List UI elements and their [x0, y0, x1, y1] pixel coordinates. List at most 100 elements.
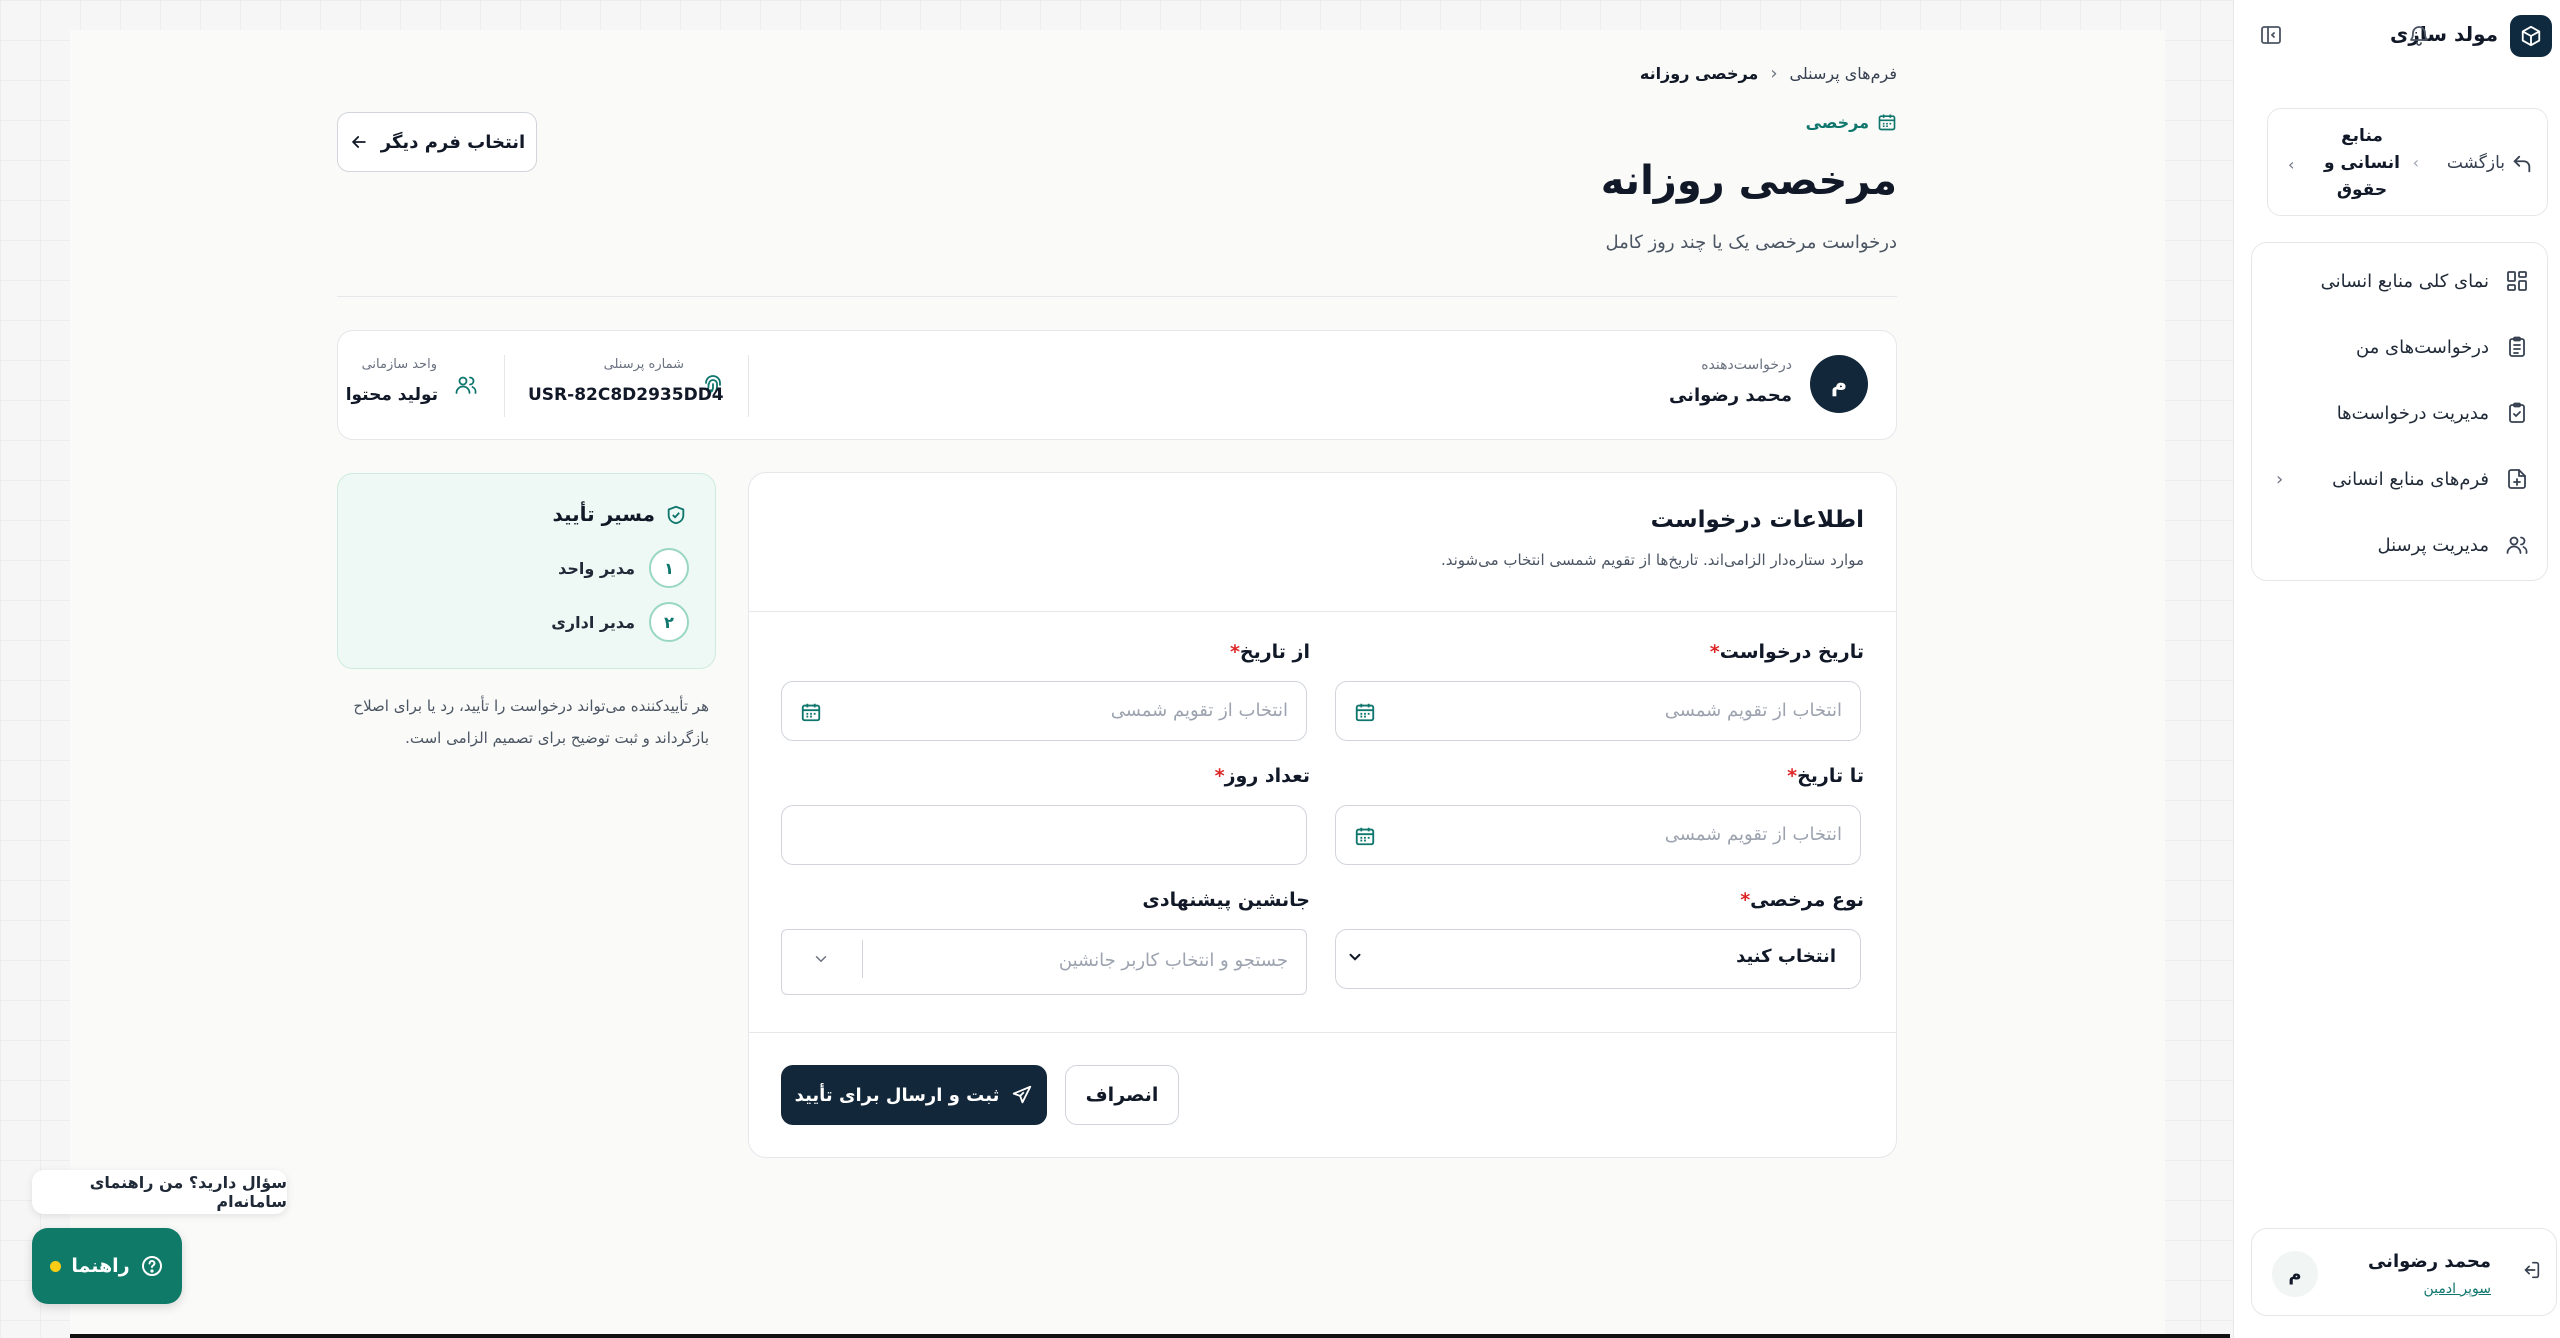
file-plus-icon [2503, 465, 2531, 493]
unit-value: تولید محتوا [345, 385, 438, 405]
info-separator [504, 355, 505, 417]
approval-step: ۱ مدیر واحد [558, 548, 689, 588]
logout-icon[interactable] [2520, 1259, 2542, 1281]
leave-type-label: نوع مرخصی* [1740, 889, 1864, 911]
form-description: موارد ستاره‌دار الزامی‌اند. تاریخ‌ها از … [1440, 551, 1864, 569]
sidebar-item-label: فرم‌های منابع انسانی [2332, 468, 2489, 490]
sidebar-item-hr-overview[interactable]: نمای کلی منابع انسانی [2252, 261, 2547, 301]
from-date-placeholder: انتخاب از تقویم شمسی [1110, 700, 1288, 721]
sidebar-item-manage-requests[interactable]: مدیریت درخواست‌ها [2252, 393, 2547, 433]
to-date-label: تا تاریخ* [1787, 765, 1864, 787]
help-button-label: راهنما [71, 1255, 130, 1277]
unit-label: واحد سازمانی [361, 357, 437, 372]
section-title: منابع انسانی و حقوق [2324, 126, 2400, 200]
page-subtitle: درخواست مرخصی یک یا چند روز کامل [1605, 232, 1897, 253]
approval-step-name: مدیر واحد [558, 558, 635, 578]
calendar-icon[interactable] [800, 701, 822, 723]
approval-path-title: مسیر تأیید [552, 502, 655, 526]
approval-note: هر تأییدکننده می‌تواند درخواست را تأیید،… [353, 697, 709, 747]
requester-name: محمد رضوانی [1668, 385, 1792, 406]
submit-label: ثبت و ارسال برای تأیید [794, 1084, 1000, 1106]
combobox-separator [862, 940, 863, 978]
form-title: اطلاعات درخواست [1650, 507, 1864, 533]
breadcrumb: فرم‌های پرسنلی ‹ مرخصی روزانه [1640, 63, 1897, 84]
sidebar-nav: نمای کلی منابع انسانی درخواست‌های من مدی… [2251, 242, 2548, 581]
dashboard-grid-icon [2503, 267, 2531, 295]
approval-step-name: مدیر اداری [551, 612, 635, 632]
user-profile-card: م محمد رضوانی سوپر ادمین [2251, 1228, 2557, 1316]
undo-arrow-icon [2511, 153, 2533, 175]
leave-type-select[interactable]: انتخاب کنید [1335, 929, 1861, 989]
users-icon [2503, 531, 2531, 559]
calendar-icon [1877, 112, 1897, 132]
sidebar-item-my-requests[interactable]: درخواست‌های من [2252, 327, 2547, 367]
user-name: محمد رضوانی [2367, 1251, 2491, 1272]
requester-card: م درخواست‌دهنده محمد رضوانی شماره پرسنلی… [337, 330, 1897, 440]
chevron-left-icon: ‹ [2412, 153, 2419, 172]
select-other-form-button[interactable]: انتخاب فرم دیگر [337, 112, 537, 172]
category-label: مرخصی [1805, 112, 1869, 132]
online-status-dot [50, 1260, 62, 1272]
breadcrumb-current: مرخصی روزانه [1639, 64, 1759, 83]
shield-check-icon [665, 504, 687, 526]
requester-avatar: م [1810, 355, 1868, 413]
users-icon [454, 373, 478, 397]
personnel-number-value: USR-82C8D2935DD4 [528, 385, 724, 405]
request-form-card: اطلاعات درخواست موارد ستاره‌دار الزامی‌ا… [748, 472, 1897, 1158]
request-date-label: تاریخ درخواست* [1709, 641, 1864, 663]
help-assistant-button[interactable]: راهنما [32, 1228, 182, 1304]
brand-logo-icon[interactable] [2510, 15, 2552, 57]
substitute-combobox[interactable]: جستجو و انتخاب کاربر جانشین [781, 929, 1307, 995]
to-date-input[interactable]: انتخاب از تقویم شمسی [1335, 805, 1861, 865]
from-date-label: از تاریخ* [1229, 641, 1310, 663]
approval-path-card: مسیر تأیید ۱ مدیر واحد ۲ مدیر اداری [337, 473, 716, 669]
info-separator [748, 355, 749, 417]
breadcrumb-separator-icon: ‹ [1770, 63, 1778, 84]
personnel-number-label: شماره پرسنلی [603, 357, 684, 372]
sidebar-item-label: نمای کلی منابع انسانی [2320, 270, 2489, 292]
request-date-placeholder: انتخاب از تقویم شمسی [1664, 700, 1842, 721]
question-circle-icon [140, 1254, 164, 1278]
sidebar-item-hr-forms[interactable]: فرم‌های منابع انسانی ‹ [2252, 459, 2547, 499]
calendar-icon[interactable] [1354, 701, 1376, 723]
sidebar-item-label: مدیریت درخواست‌ها [2336, 402, 2489, 424]
collapse-sidebar-icon[interactable] [2256, 20, 2286, 50]
sidebar-item-label: مدیریت پرسنل [2377, 534, 2489, 556]
calendar-icon[interactable] [1354, 825, 1376, 847]
avatar: م [2272, 1251, 2318, 1297]
page-title: مرخصی روزانه [1600, 158, 1897, 204]
paper-plane-icon [1011, 1084, 1033, 1106]
sidebar-item-label: درخواست‌های من [2355, 336, 2489, 358]
form-divider [749, 611, 1896, 612]
clipboard-check-icon [2503, 399, 2531, 427]
select-other-form-label: انتخاب فرم دیگر [380, 131, 526, 153]
header-divider [337, 296, 1897, 297]
help-tooltip: سؤال دارید؟ من راهنمای سامانه‌ام [32, 1170, 287, 1214]
sidebar-item-personnel[interactable]: مدیریت پرسنل [2252, 525, 2547, 565]
leave-type-selected: انتخاب کنید [1736, 946, 1836, 967]
back-to-section-card[interactable]: بازگشت ‹ منابع انسانی و حقوق ‹ [2267, 108, 2548, 216]
substitute-placeholder: جستجو و انتخاب کاربر جانشین [1058, 950, 1288, 971]
substitute-label: جانشین پیشنهادی [1142, 889, 1310, 911]
arrow-left-icon [349, 132, 369, 152]
from-date-input[interactable]: انتخاب از تقویم شمسی [781, 681, 1307, 741]
days-count-input[interactable] [781, 805, 1307, 865]
requester-label: درخواست‌دهنده [1701, 357, 1792, 373]
breadcrumb-parent-link[interactable]: فرم‌های پرسنلی [1790, 64, 1897, 83]
approval-step-number: ۲ [649, 602, 689, 642]
approval-step-number: ۱ [649, 548, 689, 588]
chevron-down-icon[interactable] [812, 950, 830, 968]
clipboard-list-icon [2503, 333, 2531, 361]
chevron-left-icon: ‹ [2288, 155, 2295, 174]
form-divider [749, 1032, 1896, 1033]
taskbar-strip [70, 1334, 2230, 1338]
notifications-bell-icon[interactable] [2404, 20, 2434, 50]
chevron-left-icon: ‹ [2276, 468, 2284, 490]
cancel-button[interactable]: انصراف [1065, 1065, 1179, 1125]
to-date-placeholder: انتخاب از تقویم شمسی [1664, 824, 1842, 845]
request-date-input[interactable]: انتخاب از تقویم شمسی [1335, 681, 1861, 741]
user-role-link[interactable]: سوپر ادمین [2423, 1281, 2491, 1297]
submit-for-approval-button[interactable]: ثبت و ارسال برای تأیید [781, 1065, 1047, 1125]
back-label: بازگشت [2446, 153, 2505, 173]
chevron-down-icon [1346, 948, 1364, 966]
